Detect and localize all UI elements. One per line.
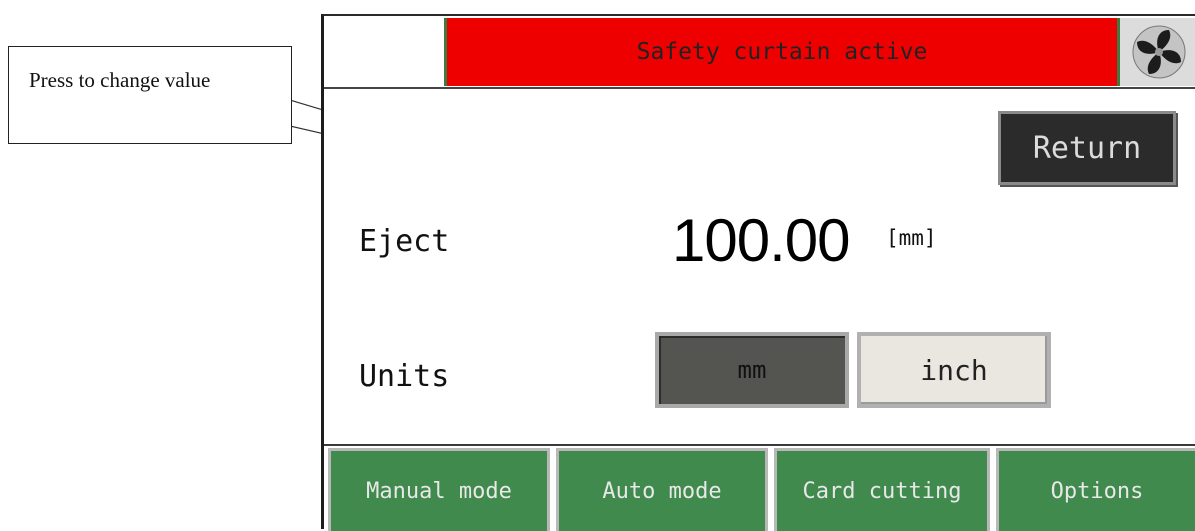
header-divider <box>324 87 1195 89</box>
unit-mm-label: mm <box>737 356 767 384</box>
auto-mode-button[interactable]: Auto mode <box>556 448 768 531</box>
return-button-label: Return <box>1032 130 1142 166</box>
card-cutting-label: Card cutting <box>802 478 962 504</box>
eject-value-field[interactable]: 100.00 <box>672 206 851 275</box>
return-button[interactable]: Return <box>998 111 1176 185</box>
manual-mode-label: Manual mode <box>366 478 512 504</box>
options-label: Options <box>1050 478 1144 504</box>
status-text: Safety curtain active <box>636 39 928 65</box>
fan-button[interactable] <box>1120 18 1195 86</box>
units-label: Units <box>359 359 450 394</box>
status-banner: Safety curtain active <box>447 18 1120 86</box>
fan-icon <box>1132 25 1186 79</box>
options-button[interactable]: Options <box>996 448 1195 531</box>
manual-mode-button[interactable]: Manual mode <box>328 448 550 531</box>
nav-divider <box>324 444 1195 446</box>
callout-box: Press to change value <box>8 46 292 144</box>
hmi-screen: Safety curtain active Return Eject 100.0… <box>321 14 1195 531</box>
card-cutting-button[interactable]: Card cutting <box>774 448 990 531</box>
callout-text: Press to change value <box>29 68 211 92</box>
eject-label: Eject <box>359 224 450 259</box>
unit-inch-label: inch <box>920 353 988 387</box>
unit-inch-button[interactable]: inch <box>857 332 1051 408</box>
auto-mode-label: Auto mode <box>602 478 722 504</box>
header-blank-area <box>332 18 447 86</box>
eject-unit: [mm] <box>886 226 937 250</box>
unit-mm-button[interactable]: mm <box>655 332 849 408</box>
